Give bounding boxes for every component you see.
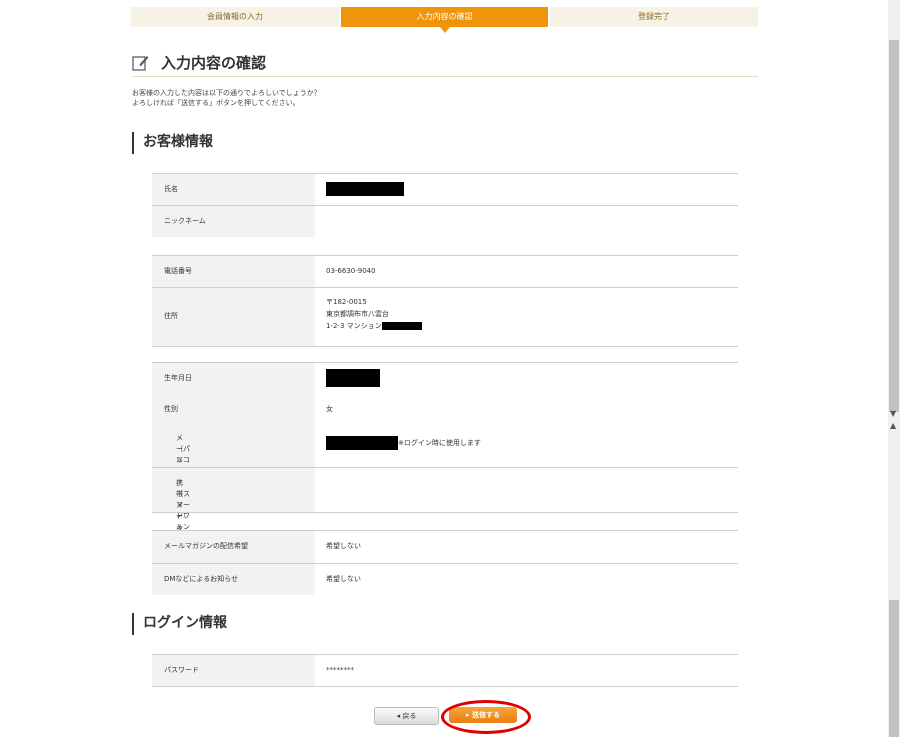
address-label: 住所 xyxy=(164,312,178,320)
email-note: ※ログイン時に使用します xyxy=(398,439,481,447)
progress-steps: 会員情報の入力 入力内容の確認 登録完了 xyxy=(131,7,758,33)
address-line-3: 1-2-3 マンション xyxy=(326,320,422,332)
intro-line-1: お客様の入力した内容は以下の通りでよろしいでしょうか？ xyxy=(132,89,321,97)
back-button[interactable]: ◂ 戻る xyxy=(374,707,439,725)
step-active-pointer-icon xyxy=(439,27,450,33)
newsletter-value: 希望しない xyxy=(326,542,361,550)
login-info-table: パスワード ******** xyxy=(152,654,738,687)
phone-label: 電話番号 xyxy=(164,267,192,275)
send-button-highlight-circle xyxy=(441,700,531,734)
nickname-label: ニックネーム xyxy=(164,217,206,225)
name-label: 氏名 xyxy=(164,185,178,193)
gender-value: 女 xyxy=(326,405,333,413)
customer-info-table-1: 氏名 ニックネーム xyxy=(152,173,738,237)
login-section-title: ログイン情報 xyxy=(143,615,227,631)
dm-value: 希望しない xyxy=(326,575,361,583)
page-title: 入力内容の確認 xyxy=(161,54,267,72)
table-row-gender: 性別 女 xyxy=(152,394,738,425)
table-row-birthday: 生年月日 xyxy=(152,362,738,394)
customer-section-title: お客様情報 xyxy=(143,134,213,150)
birthday-label: 生年月日 xyxy=(164,374,192,382)
customer-info-table-2: 電話番号 03-6630-9040 住所 〒182-0015 東京都調布市八雲台… xyxy=(152,255,738,347)
table-row-phone: 電話番号 03-6630-9040 xyxy=(152,255,738,287)
birthday-value xyxy=(326,369,380,387)
name-value xyxy=(326,182,404,196)
login-section-header: ログイン情報 xyxy=(132,613,734,635)
vertical-scrollbar[interactable]: ▼ ▲ xyxy=(888,0,900,737)
scrollbar-thumb[interactable] xyxy=(889,40,899,412)
customer-info-table-3: 生年月日 性別 女 メールアドレス（パソコン・スマートフォン） ※ログイン時に使… xyxy=(152,362,738,575)
table-row-address: 住所 〒182-0015 東京都調布市八雲台 1-2-3 マンション xyxy=(152,287,738,347)
address-line-1: 〒182-0015 xyxy=(326,298,367,306)
step-confirm-label: 入力内容の確認 xyxy=(416,12,473,21)
step-confirm-active: 入力内容の確認 xyxy=(341,7,548,33)
table-row-nickname: ニックネーム xyxy=(152,205,738,237)
table-row-newsletter: メールマガジンの配信希望 希望しない xyxy=(152,530,738,563)
table-row-mobile-email: 携帯メールアドレス（スマートフォン以外） xyxy=(152,467,738,575)
table-row-password: パスワード ******** xyxy=(152,654,738,687)
redacted-block xyxy=(326,436,398,450)
scroll-down-arrow-icon[interactable]: ▼ xyxy=(890,410,896,418)
edit-pencil-icon xyxy=(132,56,149,71)
password-value: ******** xyxy=(326,666,354,674)
email-value: ※ログイン時に使用します xyxy=(326,436,481,450)
redacted-block xyxy=(326,182,404,196)
dm-label: DMなどによるお知らせ xyxy=(164,575,239,583)
step-input: 会員情報の入力 xyxy=(131,7,339,27)
intro-text: お客様の入力した内容は以下の通りでよろしいでしょうか？ よろしければ「送信する」… xyxy=(132,88,321,108)
table-row-dm: DMなどによるお知らせ 希望しない xyxy=(152,563,738,595)
redacted-block xyxy=(326,369,380,387)
phone-value: 03-6630-9040 xyxy=(326,267,376,275)
scroll-up-arrow-icon[interactable]: ▲ xyxy=(890,422,896,430)
customer-section-header: お客様情報 xyxy=(132,132,734,154)
step-complete: 登録完了 xyxy=(550,7,758,27)
password-label: パスワード xyxy=(164,666,199,674)
address-value: 〒182-0015 東京都調布市八雲台 1-2-3 マンション xyxy=(326,296,422,332)
table-row-name: 氏名 xyxy=(152,173,738,205)
scrollbar-thumb-lower[interactable] xyxy=(889,600,899,737)
gender-label: 性別 xyxy=(164,405,178,413)
page-title-bar: 入力内容の確認 xyxy=(132,52,758,77)
address-line-2: 東京都調布市八雲台 xyxy=(326,310,389,318)
intro-line-2: よろしければ「送信する」ボタンを押してください。 xyxy=(132,99,300,107)
newsletter-label: メールマガジンの配信希望 xyxy=(164,542,248,550)
redacted-block xyxy=(381,322,422,330)
customer-info-table-4: メールマガジンの配信希望 希望しない DMなどによるお知らせ 希望しない xyxy=(152,530,738,595)
table-row-email: メールアドレス（パソコン・スマートフォン） ※ログイン時に使用します xyxy=(152,425,738,519)
